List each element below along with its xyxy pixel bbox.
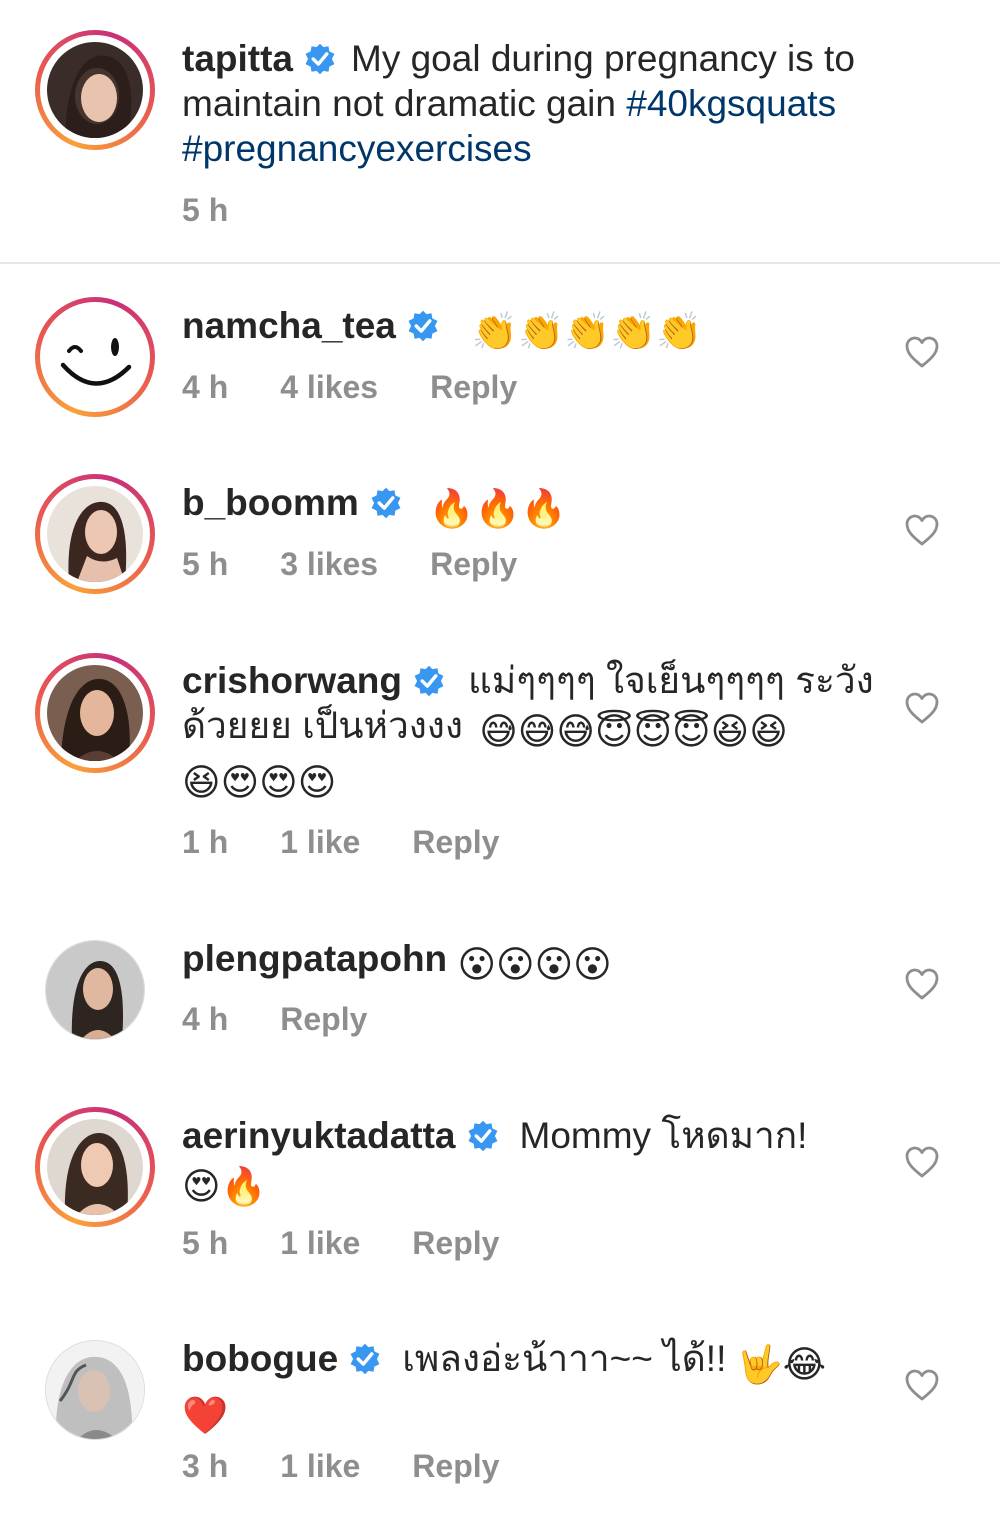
timestamp: 4 h — [182, 1001, 229, 1037]
verified-badge-icon — [408, 310, 438, 342]
avatar-aerinyuktadatta[interactable] — [35, 1107, 155, 1227]
verified-badge-icon — [350, 1343, 380, 1375]
heart-outline-icon[interactable] — [904, 967, 940, 1001]
comment-text: bobogue เพลงอ่ะน้าาา~~ ได้!! 🤟😂 ❤️ — [182, 1336, 882, 1438]
comment-text: aerinyuktadatta Mommy โหดมาก! 😍🔥 — [182, 1113, 882, 1209]
comment-meta: 4 h 4 likes Reply — [182, 369, 569, 406]
emoji-sequence: 🤟😂 — [736, 1344, 826, 1385]
avatar-b-boomm[interactable] — [35, 474, 155, 594]
comment-body-line2: ด้วยยย เป็นห่วงงง — [182, 705, 463, 746]
emoji-sequence: 😆😍😍😍 — [182, 762, 337, 803]
avatar-bobogue[interactable] — [35, 1330, 155, 1450]
timestamp: 4 h — [182, 369, 229, 405]
comment-meta: 1 h 1 like Reply — [182, 824, 551, 861]
heart-outline-icon[interactable] — [904, 1368, 940, 1402]
comment-meta: 5 h 3 likes Reply — [182, 546, 569, 583]
comment-meta: 3 h 1 like Reply — [182, 1448, 551, 1485]
likes-count[interactable]: 1 like — [280, 1225, 360, 1261]
likes-count[interactable]: 4 likes — [280, 369, 378, 405]
timestamp: 5 h — [182, 1225, 229, 1261]
avatar-tapitta[interactable] — [35, 30, 155, 150]
timestamp: 5 h — [182, 192, 229, 228]
reply-button[interactable]: Reply — [412, 824, 499, 860]
reply-button[interactable]: Reply — [430, 369, 517, 405]
timestamp: 3 h — [182, 1448, 229, 1484]
hashtag-link[interactable]: #40kgsquats — [626, 83, 836, 124]
username[interactable]: crishorwang — [182, 660, 402, 701]
username[interactable]: namcha_tea — [182, 305, 396, 346]
likes-count[interactable]: 1 like — [280, 824, 360, 860]
emoji-sequence: 😍🔥 — [182, 1166, 267, 1207]
username[interactable]: aerinyuktadatta — [182, 1115, 456, 1156]
fire-emoji: 🔥🔥🔥 — [428, 488, 567, 529]
username[interactable]: tapitta — [182, 38, 293, 79]
comment-body: เพลงอ่ะน้าาา~~ ได้!! — [402, 1338, 727, 1379]
surprised-emoji: 😮😮😮😮 — [457, 944, 612, 985]
username[interactable]: b_boomm — [182, 482, 359, 523]
comment-meta: 5 h 1 like Reply — [182, 1225, 551, 1262]
divider — [0, 262, 1000, 264]
verified-badge-icon — [305, 43, 335, 75]
timestamp: 1 h — [182, 824, 229, 860]
caption-meta: 5 h — [182, 192, 280, 229]
comment-text: crishorwang แม่ๆๆๆๆ ใจเย็นๆๆๆๆ ระวัง ด้วย… — [182, 658, 882, 805]
reply-button[interactable]: Reply — [412, 1225, 499, 1261]
red-heart-emoji: ❤️ — [182, 1395, 229, 1436]
avatar-plengpatapohn[interactable] — [35, 930, 155, 1050]
avatar-crishorwang[interactable] — [35, 653, 155, 773]
heart-outline-icon[interactable] — [904, 1145, 940, 1179]
reply-button[interactable]: Reply — [430, 546, 517, 582]
comment-body: Mommy โหดมาก! — [519, 1115, 808, 1156]
comment-text: namcha_tea 👏👏👏👏👏 — [182, 303, 882, 354]
heart-outline-icon[interactable] — [904, 513, 940, 547]
post-caption: tapitta My goal during pregnancy is to ma… — [0, 0, 1000, 262]
clapping-hands-emoji: 👏👏👏👏👏 — [471, 311, 703, 352]
comment-text: b_boomm 🔥🔥🔥 — [182, 480, 882, 531]
comment-body: แม่ๆๆๆๆ ใจเย็นๆๆๆๆ ระวัง — [468, 660, 874, 701]
username[interactable]: plengpatapohn — [182, 938, 447, 979]
reply-button[interactable]: Reply — [280, 1001, 367, 1037]
caption-line1: My goal during pregnancy is to — [351, 38, 855, 79]
reply-button[interactable]: Reply — [412, 1448, 499, 1484]
verified-badge-icon — [371, 487, 401, 519]
comment-meta: 4 h Reply — [182, 1001, 419, 1038]
likes-count[interactable]: 3 likes — [280, 546, 378, 582]
heart-outline-icon[interactable] — [904, 691, 940, 725]
heart-outline-icon[interactable] — [904, 335, 940, 369]
verified-badge-icon — [468, 1120, 497, 1152]
username[interactable]: bobogue — [182, 1338, 338, 1379]
timestamp: 5 h — [182, 546, 229, 582]
caption-text: tapitta My goal during pregnancy is to ma… — [182, 36, 882, 171]
likes-count[interactable]: 1 like — [280, 1448, 360, 1484]
emoji-sequence: 😅😅😅😇😇😇😆😆 — [479, 711, 788, 752]
hashtag-link[interactable]: #pregnancyexercises — [182, 128, 532, 169]
verified-badge-icon — [414, 665, 444, 697]
comment-text: plengpatapohn 😮😮😮😮 — [182, 936, 882, 987]
avatar-namcha-tea[interactable] — [35, 297, 155, 417]
caption-line2: maintain not dramatic gain — [182, 83, 616, 124]
